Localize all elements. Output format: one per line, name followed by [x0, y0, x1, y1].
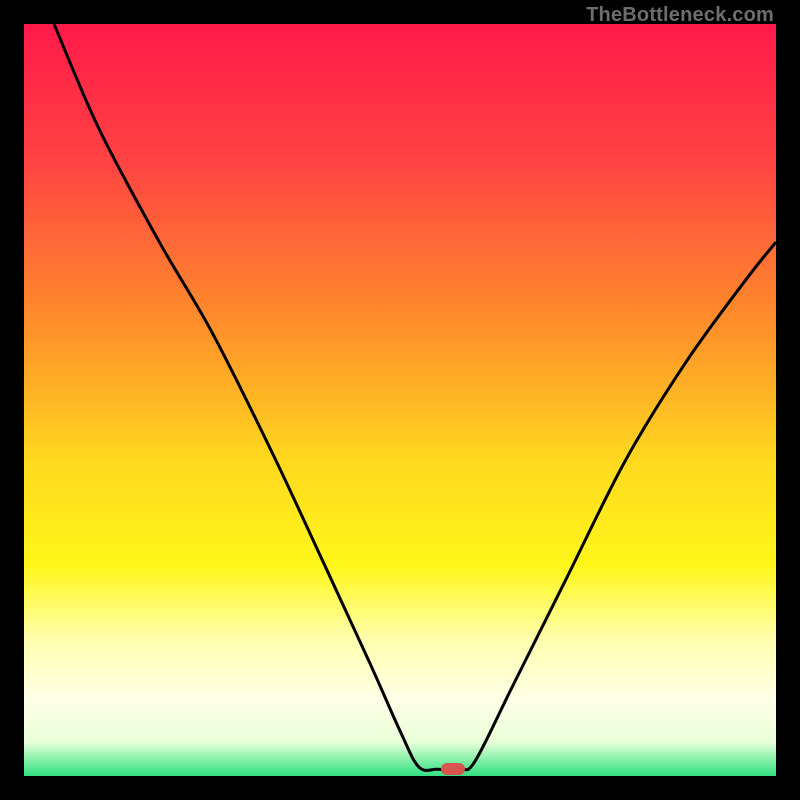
bottleneck-curve: [54, 24, 776, 770]
curve-layer: [24, 24, 776, 776]
plot-area: [24, 24, 776, 776]
optimal-marker: [441, 763, 465, 775]
chart-container: TheBottleneck.com: [0, 0, 800, 800]
